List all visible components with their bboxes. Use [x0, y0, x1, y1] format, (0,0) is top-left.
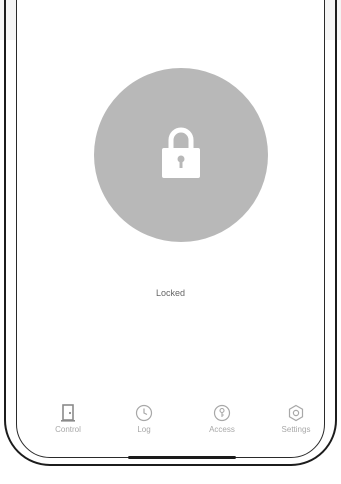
tab-access-label: Access: [209, 425, 235, 434]
tab-settings-label: Settings: [281, 425, 311, 434]
key-circle-icon: [213, 404, 231, 422]
lock-status-label: Locked: [155, 288, 186, 298]
gear-icon: [288, 404, 304, 422]
lock-toggle-button[interactable]: [94, 68, 268, 242]
tab-log[interactable]: Log: [114, 404, 174, 444]
door-icon: [61, 404, 75, 422]
tab-log-label: Log: [137, 425, 151, 434]
bottom-tab-bar: Control Log Access Settings: [30, 404, 330, 444]
tab-control[interactable]: Control: [38, 404, 98, 444]
tab-access[interactable]: Access: [192, 404, 252, 444]
tab-settings[interactable]: Settings: [266, 404, 326, 444]
padlock-icon: [162, 127, 200, 178]
screen: Locked Control Log Access Settings: [0, 0, 341, 484]
home-indicator[interactable]: [128, 456, 236, 459]
clock-icon: [135, 404, 153, 422]
tab-control-label: Control: [55, 425, 81, 434]
